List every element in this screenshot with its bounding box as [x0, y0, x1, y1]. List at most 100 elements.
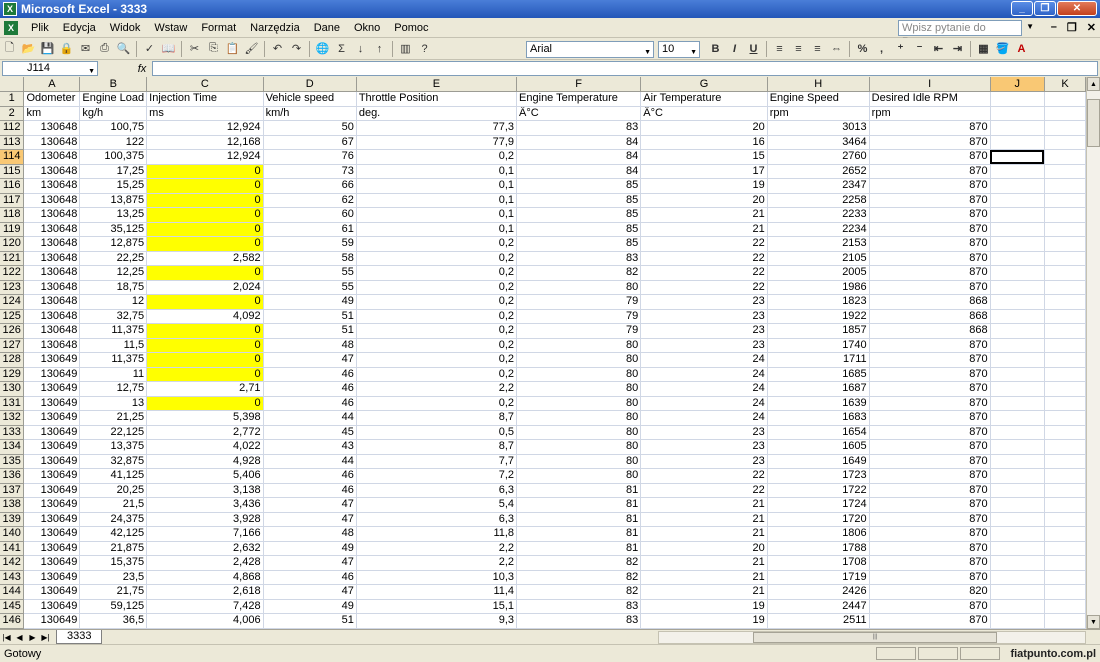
- cell-j124[interactable]: [990, 294, 1045, 310]
- cell-d130[interactable]: 46: [263, 381, 357, 397]
- cell-e114[interactable]: 0,2: [356, 149, 518, 165]
- cell-e1[interactable]: Throttle Position: [356, 91, 518, 107]
- row-header-136[interactable]: 136: [0, 468, 25, 484]
- cell-f117[interactable]: 85: [516, 193, 642, 208]
- cell-a142[interactable]: 130649: [23, 555, 81, 571]
- cell-i144[interactable]: 820: [869, 584, 991, 600]
- cell-e133[interactable]: 0,5: [356, 425, 518, 440]
- cell-f131[interactable]: 80: [516, 396, 642, 411]
- cell-k131[interactable]: [1044, 396, 1086, 411]
- cell-h141[interactable]: 1788: [767, 541, 870, 556]
- cell-d122[interactable]: 55: [263, 265, 357, 281]
- cell-f126[interactable]: 79: [516, 323, 642, 339]
- row-header-118[interactable]: 118: [0, 207, 25, 223]
- cell-h136[interactable]: 1723: [767, 468, 870, 484]
- cell-f115[interactable]: 84: [516, 164, 642, 179]
- cell-a119[interactable]: 130648: [23, 222, 81, 237]
- cell-h121[interactable]: 2105: [767, 251, 870, 266]
- cell-d114[interactable]: 76: [263, 149, 357, 165]
- cell-k145[interactable]: [1044, 599, 1086, 614]
- chevron-down-icon[interactable]: ▼: [644, 45, 651, 60]
- cell-j132[interactable]: [990, 410, 1045, 426]
- cell-j133[interactable]: [990, 425, 1045, 440]
- scroll-down-icon[interactable]: ▼: [1087, 615, 1100, 629]
- menu-format[interactable]: Format: [194, 22, 243, 34]
- cell-b143[interactable]: 23,5: [79, 570, 148, 585]
- cell-i112[interactable]: 870: [869, 120, 991, 136]
- row-header-132[interactable]: 132: [0, 410, 25, 426]
- doc-close-button[interactable]: ✕: [1087, 21, 1096, 34]
- cell-j119[interactable]: [990, 222, 1045, 237]
- doc-minimize-button[interactable]: –: [1051, 21, 1057, 34]
- cell-i123[interactable]: 870: [869, 280, 991, 295]
- cell-j120[interactable]: [990, 236, 1045, 252]
- cell-b2[interactable]: kg/h: [79, 106, 148, 121]
- cell-i134[interactable]: 870: [869, 439, 991, 455]
- cell-e127[interactable]: 0,2: [356, 338, 518, 353]
- decrease-indent-icon[interactable]: ⇤: [930, 40, 947, 57]
- cell-f121[interactable]: 83: [516, 251, 642, 266]
- cell-c127[interactable]: 0: [146, 338, 264, 353]
- cell-k135[interactable]: [1044, 454, 1086, 469]
- row-header-1[interactable]: 1: [0, 91, 25, 107]
- row-header-116[interactable]: 116: [0, 178, 25, 194]
- cell-c139[interactable]: 3,928: [146, 512, 264, 527]
- cell-f140[interactable]: 81: [516, 526, 642, 542]
- row-header-127[interactable]: 127: [0, 338, 25, 353]
- cell-h113[interactable]: 3464: [767, 135, 870, 150]
- open-folder-icon[interactable]: 📂: [20, 40, 37, 57]
- cell-d117[interactable]: 62: [263, 193, 357, 208]
- cell-b127[interactable]: 11,5: [79, 338, 148, 353]
- chevron-down-icon[interactable]: ▼: [690, 45, 697, 60]
- cell-f137[interactable]: 81: [516, 483, 642, 498]
- cell-c120[interactable]: 0: [146, 236, 264, 252]
- cell-d133[interactable]: 45: [263, 425, 357, 440]
- cell-g133[interactable]: 23: [640, 425, 768, 440]
- sort-descending-icon[interactable]: ↑: [371, 40, 388, 57]
- cell-j115[interactable]: [990, 164, 1045, 179]
- select-all-corner[interactable]: [0, 77, 25, 92]
- cell-h2[interactable]: rpm: [767, 106, 870, 121]
- cell-g130[interactable]: 24: [640, 381, 768, 397]
- cell-h123[interactable]: 1986: [767, 280, 870, 295]
- row-header-129[interactable]: 129: [0, 367, 25, 382]
- cell-k124[interactable]: [1044, 294, 1086, 310]
- row-header-128[interactable]: 128: [0, 352, 25, 368]
- cell-g134[interactable]: 23: [640, 439, 768, 455]
- cell-d128[interactable]: 47: [263, 352, 357, 368]
- decrease-decimal-icon[interactable]: ⁻: [911, 40, 928, 57]
- cell-a126[interactable]: 130648: [23, 323, 81, 339]
- cell-d119[interactable]: 61: [263, 222, 357, 237]
- cell-a143[interactable]: 130649: [23, 570, 81, 585]
- column-header-g[interactable]: G: [640, 77, 768, 92]
- worksheet-grid[interactable]: A B C D E F G H I J K 1 Odometer Engine Load Injection…: [0, 77, 1086, 629]
- cell-a115[interactable]: 130648: [23, 164, 81, 179]
- cell-e129[interactable]: 0,2: [356, 367, 518, 382]
- cell-k137[interactable]: [1044, 483, 1086, 498]
- cell-b117[interactable]: 13,875: [79, 193, 148, 208]
- cell-d135[interactable]: 44: [263, 454, 357, 469]
- cell-k141[interactable]: [1044, 541, 1086, 556]
- cell-c114[interactable]: 12,924: [146, 149, 264, 165]
- cell-g141[interactable]: 20: [640, 541, 768, 556]
- cell-b134[interactable]: 13,375: [79, 439, 148, 455]
- cell-g127[interactable]: 23: [640, 338, 768, 353]
- cell-f144[interactable]: 82: [516, 584, 642, 600]
- row-header-125[interactable]: 125: [0, 309, 25, 324]
- cell-e125[interactable]: 0,2: [356, 309, 518, 324]
- cell-k143[interactable]: [1044, 570, 1086, 585]
- column-header-j[interactable]: J: [990, 77, 1045, 92]
- cell-f138[interactable]: 81: [516, 497, 642, 513]
- cell-c124[interactable]: 0: [146, 294, 264, 310]
- cell-e143[interactable]: 10,3: [356, 570, 518, 585]
- spelling-icon[interactable]: ✓: [141, 40, 158, 57]
- cell-h144[interactable]: 2426: [767, 584, 870, 600]
- column-header-e[interactable]: E: [356, 77, 518, 92]
- cell-i127[interactable]: 870: [869, 338, 991, 353]
- cell-b116[interactable]: 15,25: [79, 178, 148, 194]
- cell-i114[interactable]: 870: [869, 149, 991, 165]
- format-painter-icon[interactable]: 🖌: [243, 40, 260, 57]
- cell-j130[interactable]: [990, 381, 1045, 397]
- menu-dane[interactable]: Dane: [307, 22, 347, 34]
- help-icon[interactable]: ?: [416, 40, 433, 57]
